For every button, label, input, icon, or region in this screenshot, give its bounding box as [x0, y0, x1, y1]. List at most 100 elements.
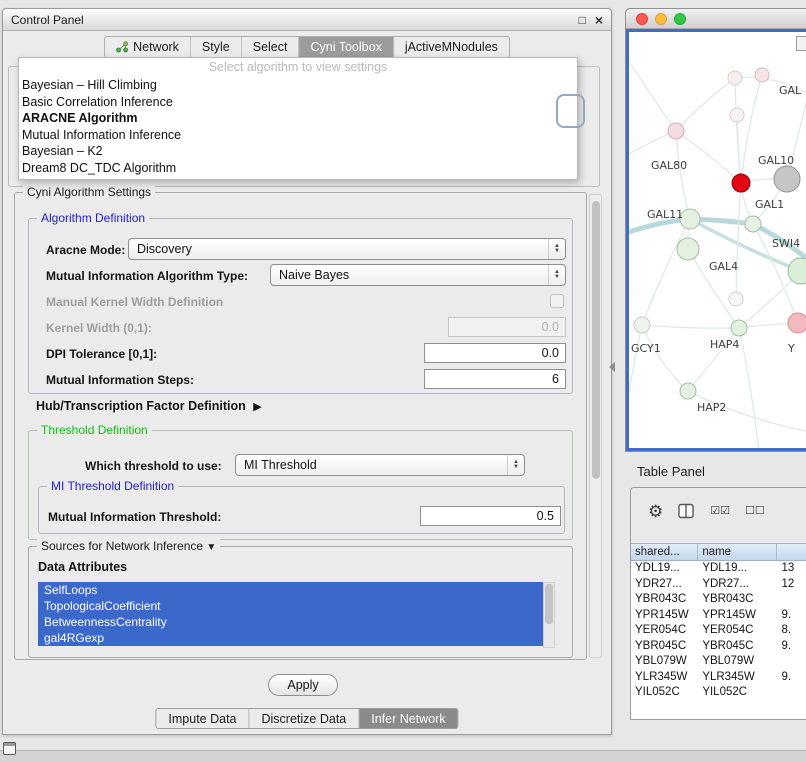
table-cell: YBL079W: [698, 654, 777, 670]
algorithm-option-basic-correlation-inference[interactable]: Basic Correlation Inference: [19, 94, 577, 111]
network-edge[interactable]: [676, 78, 735, 131]
node-label-gcy1: GCY1: [631, 342, 661, 355]
network-node[interactable]: [788, 258, 806, 284]
table-row[interactable]: YBR045CYBR045C9.: [631, 639, 806, 655]
table-cell: YER054C: [698, 623, 777, 639]
select-all-checkboxes-icon[interactable]: ☑☑: [710, 506, 730, 517]
network-node[interactable]: [728, 71, 742, 85]
network-window-titlebar[interactable]: [626, 9, 806, 29]
tab-network[interactable]: Network: [105, 37, 191, 57]
algorithm-option-mutual-information-inference[interactable]: Mutual Information Inference: [19, 127, 577, 144]
node-label-gal1: GAL1: [755, 198, 784, 211]
column-header-2[interactable]: [777, 544, 806, 560]
float-window-icon[interactable]: □: [579, 14, 586, 26]
attribute-item-betweennesscentrality[interactable]: BetweennessCentrality: [38, 614, 543, 630]
mi-threshold-field[interactable]: 0.5: [420, 506, 561, 526]
network-node[interactable]: [755, 68, 769, 82]
attributes-list-scrollbar[interactable]: [543, 582, 555, 648]
network-canvas[interactable]: GALGAL80GAL10GAL11GAL1SWI4GAL4GCY1HAP4YH…: [629, 32, 806, 448]
node-table: shared...name YDL19...YDL19...13YDR27...…: [631, 543, 806, 719]
bottom-tab-impute-data[interactable]: Impute Data: [156, 709, 249, 728]
network-node[interactable]: [788, 313, 806, 333]
mi-type-value: Naive Bayes: [279, 268, 349, 282]
table-row[interactable]: YPR145WYPR145W9.: [631, 608, 806, 624]
table-row[interactable]: YBL079WYBL079W: [631, 654, 806, 670]
bottom-tab-discretize-data[interactable]: Discretize Data: [250, 709, 360, 728]
algorithm-option-dream8-dc-tdc-algorithm[interactable]: Dream8 DC_TDC Algorithm: [19, 160, 577, 177]
deselect-all-checkboxes-icon[interactable]: ☐☐: [745, 506, 765, 517]
algorithm-option-bayesian-hill-climbing[interactable]: Bayesian – Hill Climbing: [19, 77, 577, 94]
network-edge[interactable]: [642, 325, 688, 391]
column-header-shared[interactable]: shared...: [631, 544, 698, 560]
hub-section-header[interactable]: Hub/Transcription Factor Definition ▶: [36, 399, 262, 414]
network-node[interactable]: [730, 108, 744, 122]
attribute-item-selfloops[interactable]: SelfLoops: [38, 582, 543, 598]
network-edge[interactable]: [676, 131, 690, 219]
zoom-traffic-light[interactable]: [674, 13, 686, 25]
table-row[interactable]: YDR27...YDR27...12: [631, 577, 806, 593]
network-node[interactable]: [745, 216, 761, 232]
table-row[interactable]: YBR043CYBR043C: [631, 592, 806, 608]
dpi-tolerance-label: DPI Tolerance [0,1]:: [46, 347, 157, 361]
network-edge[interactable]: [739, 328, 759, 448]
splitter-handle[interactable]: [609, 362, 615, 372]
tab-label: Network: [133, 40, 179, 54]
network-edge[interactable]: [629, 62, 676, 131]
bottom-tab-infer-network[interactable]: Infer Network: [359, 709, 457, 728]
network-edge[interactable]: [736, 183, 741, 299]
mi-type-combobox[interactable]: Naive Bayes ▲▼: [270, 264, 566, 286]
which-threshold-combobox[interactable]: MI Threshold ▲▼: [235, 454, 525, 476]
network-node[interactable]: [634, 317, 650, 333]
table-cell: YER054C: [631, 623, 698, 639]
network-node[interactable]: [677, 238, 699, 260]
network-node[interactable]: [731, 320, 747, 336]
table-row[interactable]: YER054CYER054C8.: [631, 623, 806, 639]
network-edge[interactable]: [642, 325, 739, 328]
table-panel-window: ⚙ ☑☑ ☐☐ shared...name YDL19...YDL19...13…: [630, 487, 806, 720]
tab-select[interactable]: Select: [242, 37, 300, 57]
table-row[interactable]: YDL19...YDL19...13: [631, 561, 806, 577]
gear-icon[interactable]: ⚙: [648, 503, 663, 520]
tab-style[interactable]: Style: [191, 37, 242, 57]
column-header-name[interactable]: name: [698, 544, 777, 560]
dpi-tolerance-field[interactable]: 0.0: [424, 343, 566, 363]
apply-button[interactable]: Apply: [268, 674, 338, 696]
control-panel-bottom-tabs: Impute DataDiscretize DataInfer Network: [155, 708, 458, 729]
tab-label: Style: [202, 40, 230, 54]
network-node[interactable]: [774, 166, 800, 192]
algorithm-option-aracne-algorithm[interactable]: ARACNE Algorithm: [19, 110, 577, 127]
network-node[interactable]: [732, 174, 750, 192]
minimized-panel-icon[interactable]: [3, 742, 16, 755]
table-row[interactable]: YLR345WYLR345W9.: [631, 670, 806, 686]
attributes-scrollbar-thumb[interactable]: [545, 584, 553, 624]
network-edge[interactable]: [642, 219, 690, 325]
aracne-mode-combobox[interactable]: Discovery ▲▼: [128, 238, 566, 260]
attribute-item-topologicalcoefficient[interactable]: TopologicalCoefficient: [38, 598, 543, 614]
kernel-width-field: 0.0: [448, 317, 566, 337]
node-label-swi4: SWI4: [772, 237, 800, 250]
tab-jactivemnodules[interactable]: jActiveMNodules: [394, 37, 509, 57]
network-edge[interactable]: [629, 325, 642, 392]
attribute-item-gal4rgexp[interactable]: gal4RGexp: [38, 630, 543, 646]
mi-steps-field[interactable]: 6: [424, 369, 566, 389]
table-cell: 8.: [778, 623, 806, 639]
control-panel-titlebar[interactable]: Control Panel □ ×: [3, 9, 611, 31]
birdseye-toggle[interactable]: [796, 36, 806, 51]
algorithm-option-bayesian-k2[interactable]: Bayesian – K2: [19, 143, 577, 160]
window-buttons: □ ×: [579, 14, 603, 26]
sources-group-title[interactable]: Sources for Network Inference ▼: [37, 539, 220, 553]
close-traffic-light[interactable]: [636, 13, 648, 25]
table-row[interactable]: YIL052CYIL052C: [631, 685, 806, 701]
combo-arrows-icon: ▲▼: [548, 265, 565, 285]
settings-scrollbar-thumb[interactable]: [592, 201, 600, 479]
columns-icon[interactable]: [678, 503, 695, 519]
tab-cyni-toolbox[interactable]: Cyni Toolbox: [299, 37, 393, 57]
network-node[interactable]: [729, 292, 743, 306]
tab-label: Select: [253, 40, 288, 54]
close-window-icon[interactable]: ×: [595, 14, 603, 26]
network-node[interactable]: [680, 383, 696, 399]
settings-scrollbar[interactable]: [589, 194, 602, 658]
network-node[interactable]: [668, 123, 684, 139]
minimize-traffic-light[interactable]: [655, 13, 667, 25]
network-edge[interactable]: [676, 131, 741, 183]
